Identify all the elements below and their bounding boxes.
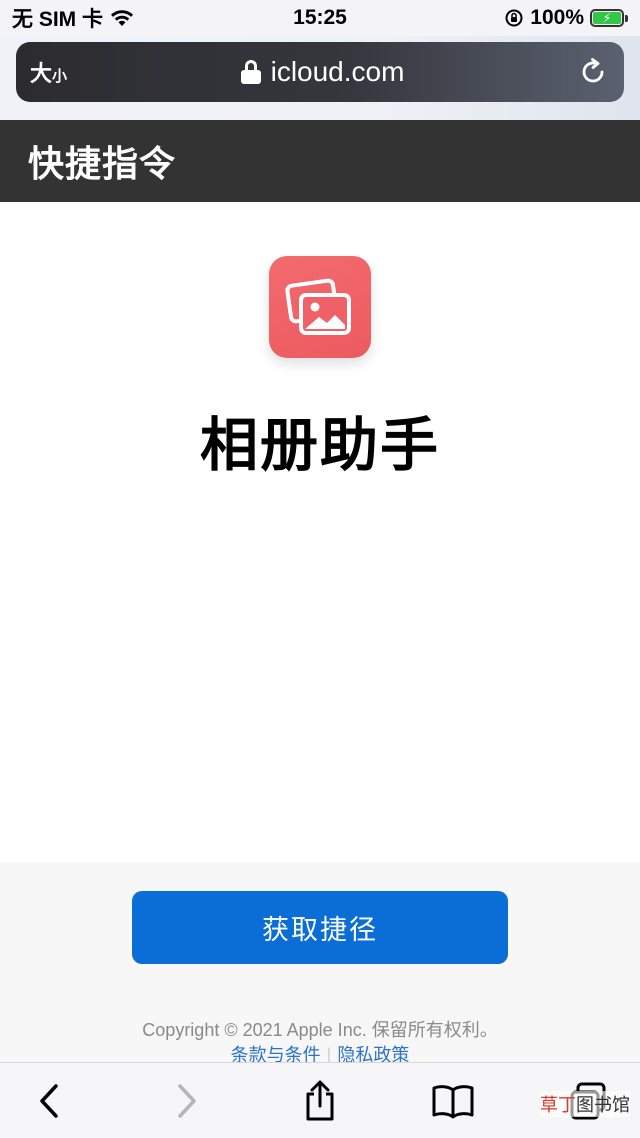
bookmarks-button[interactable]	[428, 1077, 478, 1125]
page-title: 快捷指令	[28, 143, 177, 184]
forward-button[interactable]	[162, 1077, 212, 1125]
browser-address-area: 大小 icloud.com	[0, 36, 640, 120]
lock-icon	[240, 60, 261, 84]
status-right: 100% ⚡	[504, 6, 628, 30]
back-icon	[40, 1084, 58, 1118]
status-left: 无 SIM 卡	[12, 3, 135, 33]
copyright-text: Copyright © 2021 Apple Inc. 保留所有权利。	[142, 1020, 498, 1040]
share-icon	[306, 1080, 334, 1121]
status-bar: 无 SIM 卡 15:25 100% ⚡	[0, 0, 640, 36]
url-text: icloud.com	[270, 56, 405, 87]
url-display[interactable]: icloud.com	[240, 56, 405, 88]
text-size-button[interactable]: 大小	[30, 56, 67, 88]
shortcut-name: 相册助手	[199, 413, 440, 478]
app-header: 快捷指令	[0, 120, 640, 202]
reload-icon[interactable]	[578, 57, 608, 87]
watermark: 草丁图书馆	[540, 1091, 630, 1117]
back-button[interactable]	[24, 1077, 74, 1125]
battery-percent: 100%	[530, 6, 584, 29]
wifi-icon	[111, 10, 134, 26]
bookmarks-icon	[432, 1085, 474, 1119]
forward-icon	[178, 1084, 196, 1118]
battery-icon: ⚡	[590, 9, 628, 27]
photos-icon	[269, 256, 371, 358]
get-shortcut-button[interactable]: 获取捷径	[132, 891, 508, 964]
carrier-label: 无 SIM 卡	[12, 8, 104, 31]
address-bar[interactable]: 大小 icloud.com	[16, 42, 624, 102]
orientation-lock-icon	[505, 9, 523, 27]
share-button[interactable]	[295, 1077, 345, 1125]
